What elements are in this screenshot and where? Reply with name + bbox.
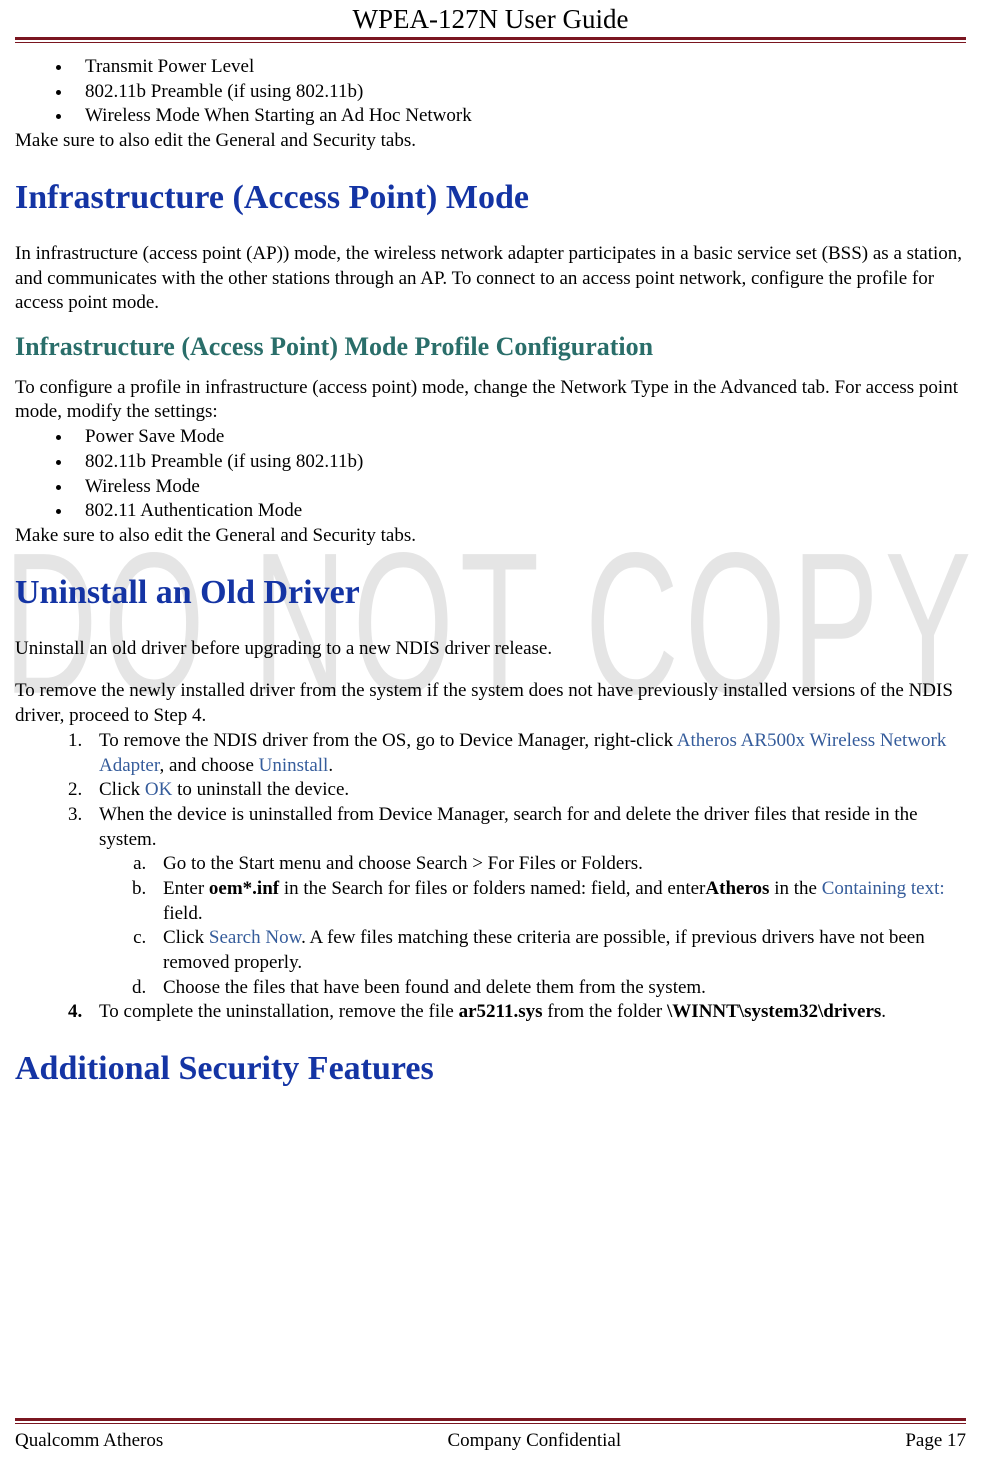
text: in the bbox=[769, 878, 821, 899]
bold-text: oem*.inf bbox=[209, 878, 279, 899]
list-item: 802.11b Preamble (if using 802.11b) bbox=[73, 450, 966, 475]
text: To remove the NDIS driver from the OS, g… bbox=[99, 730, 677, 751]
heading-uninstall-driver: Uninstall an Old Driver bbox=[15, 571, 966, 615]
substep-item: Choose the files that have been found an… bbox=[151, 976, 966, 1001]
uninstall-paragraph-1: Uninstall an old driver before upgrading… bbox=[15, 637, 966, 662]
heading-infrastructure-mode: Infrastructure (Access Point) Mode bbox=[15, 176, 966, 220]
substep-item: Click Search Now. A few files matching t… bbox=[151, 926, 966, 975]
substep-item: Enter oem*.inf in the Search for files o… bbox=[151, 877, 966, 926]
text: from the folder bbox=[543, 1001, 668, 1022]
text: field. bbox=[163, 903, 203, 924]
step-item: To complete the uninstallation, remove t… bbox=[87, 1000, 966, 1025]
text: in the Search for files or folders named… bbox=[279, 878, 705, 899]
page-content: Transmit Power Level 802.11b Preamble (i… bbox=[15, 55, 966, 1091]
text: Enter bbox=[163, 878, 209, 899]
list-item: Power Save Mode bbox=[73, 425, 966, 450]
substep-item: Go to the Start menu and choose Search >… bbox=[151, 852, 966, 877]
text: Click bbox=[163, 927, 209, 948]
text: When the device is uninstalled from Devi… bbox=[99, 804, 918, 850]
header-rule bbox=[15, 37, 966, 43]
link-text: Search Now bbox=[209, 927, 301, 948]
heading-additional-security: Additional Security Features bbox=[15, 1047, 966, 1091]
footer-rule bbox=[15, 1418, 966, 1424]
infra-cfg-paragraph: To configure a profile in infrastructure… bbox=[15, 376, 966, 425]
text: to uninstall the device. bbox=[172, 779, 349, 800]
step-item: To remove the NDIS driver from the OS, g… bbox=[87, 729, 966, 778]
page-header-title: WPEA-127N User Guide bbox=[15, 0, 966, 37]
heading-infra-profile-config: Infrastructure (Access Point) Mode Profi… bbox=[15, 330, 966, 364]
uninstall-steps-list: To remove the NDIS driver from the OS, g… bbox=[63, 729, 966, 1025]
step-item: When the device is uninstalled from Devi… bbox=[87, 803, 966, 1001]
intro-bullet-list: Transmit Power Level 802.11b Preamble (i… bbox=[49, 55, 966, 129]
page-footer: Qualcomm Atheros Company Confidential Pa… bbox=[15, 1418, 966, 1452]
bold-text: ar5211.sys bbox=[459, 1001, 543, 1022]
infra-cfg-bullet-list: Power Save Mode 802.11b Preamble (if usi… bbox=[49, 425, 966, 524]
uninstall-paragraph-2: To remove the newly installed driver fro… bbox=[15, 679, 966, 728]
text: Click bbox=[99, 779, 145, 800]
infra-cfg-tail-paragraph: Make sure to also edit the General and S… bbox=[15, 524, 966, 549]
substeps-list: Go to the Start menu and choose Search >… bbox=[127, 852, 966, 1000]
list-item: Wireless Mode bbox=[73, 475, 966, 500]
text: . bbox=[881, 1001, 886, 1022]
link-text: Uninstall bbox=[259, 755, 329, 776]
footer-right: Page 17 bbox=[905, 1430, 966, 1452]
bold-text: \WINNT\system32\drivers bbox=[667, 1001, 881, 1022]
text: , and choose bbox=[159, 755, 258, 776]
text: To complete the uninstallation, remove t… bbox=[99, 1001, 459, 1022]
intro-tail-paragraph: Make sure to also edit the General and S… bbox=[15, 129, 966, 154]
link-text: OK bbox=[145, 779, 172, 800]
infra-paragraph: In infrastructure (access point (AP)) mo… bbox=[15, 242, 966, 316]
list-item: Transmit Power Level bbox=[73, 55, 966, 80]
list-item: 802.11 Authentication Mode bbox=[73, 499, 966, 524]
list-item: Wireless Mode When Starting an Ad Hoc Ne… bbox=[73, 104, 966, 129]
list-item: 802.11b Preamble (if using 802.11b) bbox=[73, 80, 966, 105]
bold-text: Atheros bbox=[705, 878, 769, 899]
footer-center: Company Confidential bbox=[447, 1430, 621, 1452]
link-text: Containing text: bbox=[822, 878, 945, 899]
text: . bbox=[328, 755, 333, 776]
footer-left: Qualcomm Atheros bbox=[15, 1430, 163, 1452]
step-item: Click OK to uninstall the device. bbox=[87, 778, 966, 803]
